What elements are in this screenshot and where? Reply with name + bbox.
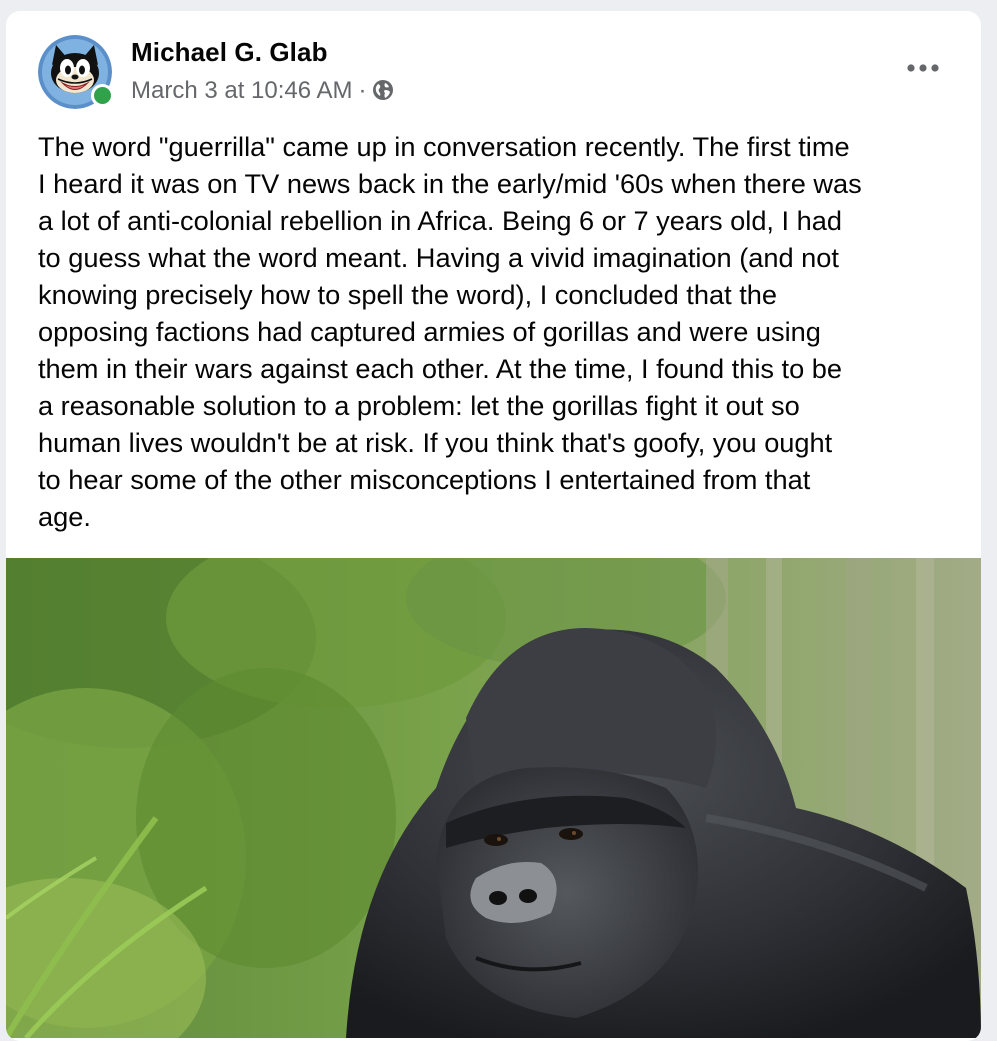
post-body-text: The word "guerrilla" came up in conversa… bbox=[38, 131, 862, 532]
post-photo[interactable] bbox=[6, 558, 981, 1038]
post-header: Michael G. Glab March 3 at 10:46 AM · bbox=[6, 11, 981, 121]
gorilla-photo bbox=[6, 558, 981, 1038]
post-card: Michael G. Glab March 3 at 10:46 AM · Th… bbox=[6, 11, 981, 1041]
more-options-button[interactable] bbox=[901, 55, 945, 81]
author-name[interactable]: Michael G. Glab bbox=[131, 37, 328, 68]
more-options-icon bbox=[907, 64, 939, 72]
online-status-dot bbox=[91, 84, 114, 107]
author-avatar[interactable] bbox=[38, 35, 114, 109]
globe-icon[interactable] bbox=[372, 79, 394, 101]
post-meta: March 3 at 10:46 AM · bbox=[131, 77, 394, 105]
meta-separator: · bbox=[358, 77, 367, 104]
post-timestamp[interactable]: March 3 at 10:46 AM bbox=[131, 77, 352, 105]
